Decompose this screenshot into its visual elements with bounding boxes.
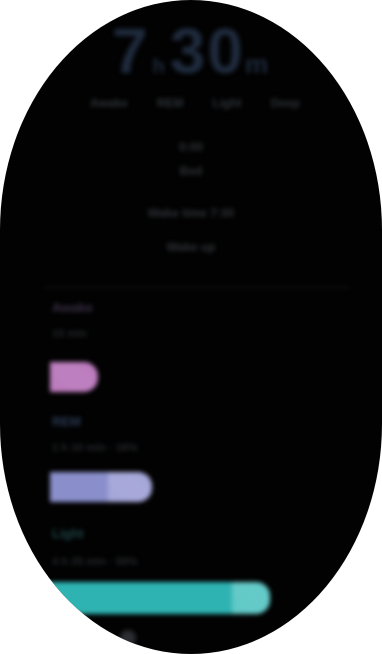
stage-bar-light [44, 582, 270, 614]
stage-label-deep: Deep [270, 96, 300, 110]
minutes-unit: m [244, 49, 271, 79]
sleep-minutes: 30 [169, 15, 245, 87]
bedtime-caption: Bed [179, 164, 203, 178]
stage-label-rem: REM [156, 96, 184, 110]
divider [44, 287, 350, 288]
stage-title-rem: REM [52, 414, 81, 429]
stage-bar-rem [50, 472, 152, 502]
hours-unit: h [152, 56, 167, 78]
stage-label-light: Light [212, 96, 242, 110]
stage-bar-awake [50, 362, 98, 392]
stage-label-row: Awake REM Light Deep [90, 96, 300, 110]
watch-face: 7 h30m Awake REM Light Deep 0:00 Bed Wake… [0, 0, 382, 654]
stage-bar-light-hatch [232, 582, 270, 614]
wake-time: Wake time 7:30 [147, 206, 235, 220]
sleep-duration: 7 h30m [0, 14, 382, 88]
bedtime: 0:00 [178, 140, 204, 154]
sleep-hours: 7 [111, 15, 150, 87]
stage-bar-rem-hatch [108, 472, 152, 502]
stage-title-awake: Awake [52, 300, 93, 315]
stage-subtitle-awake: 15 min [52, 328, 87, 340]
stage-title-light: Light [52, 526, 84, 541]
stage-subtitle-rem: 1 h 10 min · 16% [52, 442, 138, 454]
stage-label-awake: Awake [90, 96, 128, 110]
stage-subtitle-light: 4 h 25 min · 59% [52, 556, 138, 568]
next-section-indicator [120, 630, 136, 646]
wake-caption: Wake up [166, 240, 216, 254]
